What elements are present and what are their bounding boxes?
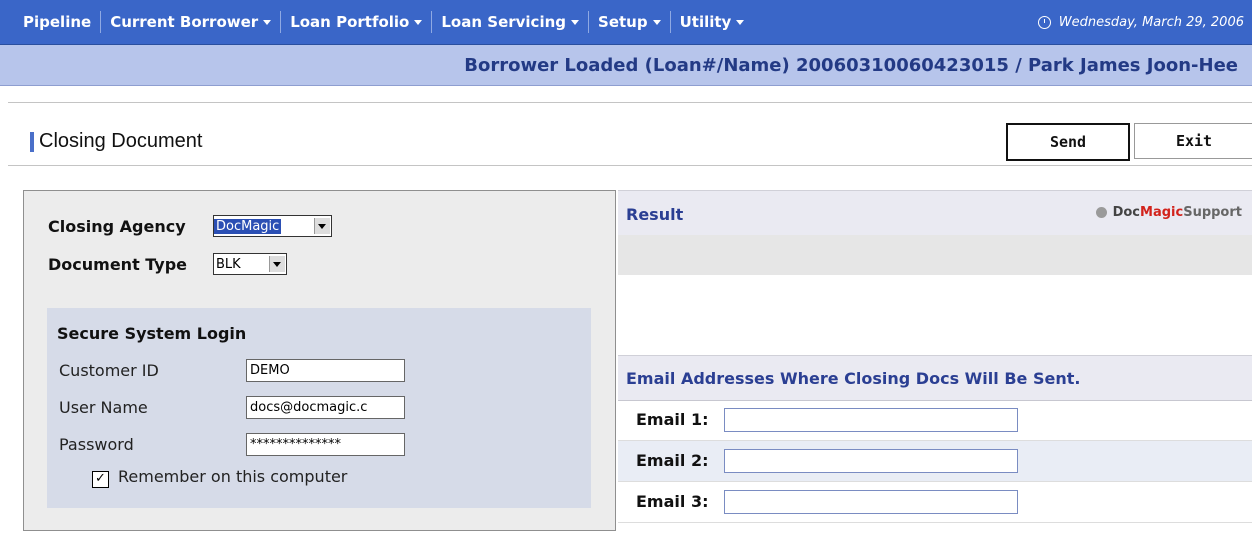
nav-item-loan-servicing[interactable]: Loan Servicing: [432, 13, 588, 31]
customer-id-label: Customer ID: [59, 361, 159, 380]
result-header: Result Doc Magic Support: [618, 190, 1252, 236]
caret-down-icon: [263, 19, 272, 25]
nav-item-loan-portfolio[interactable]: Loan Portfolio: [281, 13, 431, 31]
page-title: Closing Document: [39, 130, 203, 152]
closing-settings-panel: Closing Agency DocMagic Document Type BL…: [23, 190, 616, 531]
clock-icon: [1037, 15, 1051, 29]
user-name-input[interactable]: docs@docmagic.c: [246, 396, 405, 419]
document-type-label: Document Type: [48, 255, 188, 274]
closing-agency-select[interactable]: DocMagic: [213, 215, 332, 237]
email-1-label: Email 1:: [636, 410, 709, 429]
caret-down-icon: [414, 19, 423, 25]
email-3-label: Email 3:: [636, 492, 709, 511]
nav-item-current-borrower[interactable]: Current Borrower: [101, 13, 280, 31]
result-title: Result: [626, 205, 684, 224]
caret-down-icon: [652, 19, 661, 25]
caret-down-icon: [736, 19, 745, 25]
current-date: Wednesday, March 29, 2006: [1037, 0, 1244, 44]
result-area: [618, 235, 1252, 275]
user-name-label: User Name: [59, 398, 148, 417]
remember-checkbox[interactable]: ✓: [92, 471, 109, 488]
nav-item-setup[interactable]: Setup: [589, 13, 670, 31]
email-row: Email 1:: [618, 400, 1252, 441]
borrower-loaded-bar: Borrower Loaded (Loan#/Name) 20060310060…: [0, 45, 1252, 86]
document-type-select[interactable]: BLK: [213, 253, 287, 275]
borrower-loaded-text: Borrower Loaded (Loan#/Name) 20060310060…: [464, 55, 1238, 76]
secure-login-heading: Secure System Login: [57, 324, 247, 343]
nav-item-utility[interactable]: Utility: [671, 13, 754, 31]
closing-agency-label: Closing Agency: [48, 217, 186, 236]
email-header: Email Addresses Where Closing Docs Will …: [618, 355, 1252, 401]
secure-login-box: Secure System Login Customer ID DEMO Use…: [47, 308, 591, 508]
remember-label: Remember on this computer: [118, 467, 348, 486]
email-row: Email 3:: [618, 482, 1252, 523]
password-input[interactable]: **************: [246, 433, 405, 456]
main-menu: Pipeline Current Borrower Loan Portfolio…: [14, 0, 753, 44]
support-icon: [1095, 207, 1107, 218]
chevron-down-icon[interactable]: [269, 256, 285, 272]
caret-down-icon: [571, 19, 580, 25]
exit-button[interactable]: Exit: [1134, 123, 1252, 159]
email-1-input[interactable]: [724, 408, 1018, 432]
checkmark-icon: ✓: [95, 471, 106, 486]
password-label: Password: [59, 435, 134, 454]
email-2-input[interactable]: [724, 449, 1018, 473]
email-3-input[interactable]: [724, 490, 1018, 514]
email-row: Email 2:: [618, 441, 1252, 482]
document-type-value: BLK: [216, 256, 241, 272]
closing-agency-value: DocMagic: [214, 218, 282, 234]
result-email-panel: Result Doc Magic Support Email Addresses …: [618, 190, 1252, 529]
send-button[interactable]: Send: [1006, 123, 1130, 161]
chevron-down-icon[interactable]: [314, 218, 330, 234]
top-nav-bar: Pipeline Current Borrower Loan Portfolio…: [0, 0, 1252, 45]
customer-id-input[interactable]: DEMO: [246, 359, 405, 382]
nav-item-pipeline[interactable]: Pipeline: [14, 13, 100, 31]
email-2-label: Email 2:: [636, 451, 709, 470]
email-title: Email Addresses Where Closing Docs Will …: [626, 369, 1081, 388]
title-accent-bar: [30, 132, 34, 152]
docmagic-support-link[interactable]: Doc Magic Support: [1095, 205, 1242, 220]
